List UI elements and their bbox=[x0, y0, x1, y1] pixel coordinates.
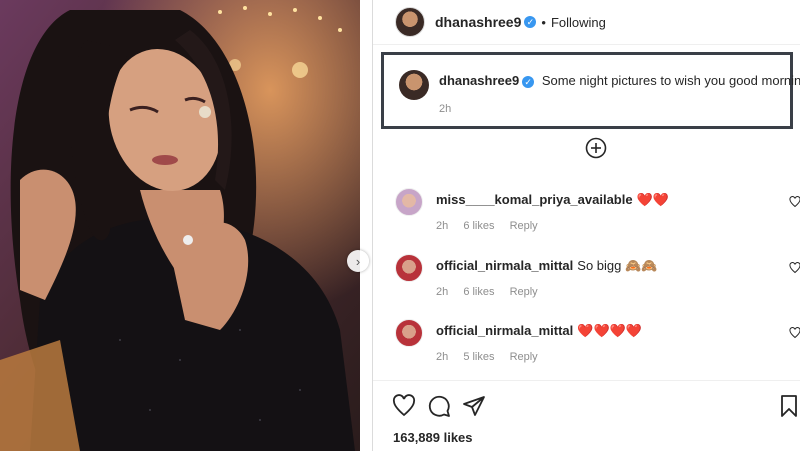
caption-avatar[interactable] bbox=[399, 70, 429, 100]
following-button[interactable]: Following bbox=[551, 15, 606, 30]
comment-reply-button[interactable]: Reply bbox=[510, 220, 538, 232]
paper-plane-icon[interactable] bbox=[462, 394, 486, 418]
comment-username[interactable]: miss____komal_priya_available bbox=[436, 192, 633, 207]
comment-bubble-icon[interactable] bbox=[427, 394, 451, 418]
commenter-avatar[interactable] bbox=[395, 188, 423, 216]
comment-item: miss____komal_priya_available ❤️❤️ 2h 6 l… bbox=[373, 188, 800, 248]
comment-likes[interactable]: 6 likes bbox=[463, 220, 494, 232]
post-photo[interactable] bbox=[0, 0, 360, 451]
heart-icon[interactable] bbox=[789, 327, 800, 339]
likes-count[interactable]: 163,889 likes bbox=[393, 430, 473, 445]
comment-text: So bigg 🙈🙈 bbox=[577, 258, 658, 273]
heart-icon[interactable] bbox=[789, 196, 800, 208]
author-avatar[interactable] bbox=[395, 7, 425, 37]
post-photo-illustration bbox=[0, 0, 360, 451]
action-bar bbox=[373, 380, 800, 429]
comment-likes[interactable]: 5 likes bbox=[463, 351, 494, 363]
heart-icon[interactable] bbox=[392, 394, 416, 418]
comment-time[interactable]: 2h bbox=[436, 220, 448, 232]
separator-dot: • bbox=[541, 14, 546, 30]
comment-meta: 2h 6 likes Reply bbox=[436, 220, 550, 232]
bookmark-icon[interactable] bbox=[777, 394, 800, 418]
comment-line: miss____komal_priya_available ❤️❤️ bbox=[436, 192, 669, 208]
verified-badge-icon: ✓ bbox=[524, 16, 537, 28]
comment-username[interactable]: official_nirmala_mittal bbox=[436, 323, 573, 338]
comment-line: official_nirmala_mittal So bigg 🙈🙈 bbox=[436, 258, 657, 274]
commenter-avatar[interactable] bbox=[395, 254, 423, 282]
comment-line: official_nirmala_mittal ❤️❤️❤️❤️ bbox=[436, 323, 642, 339]
comment-reply-button[interactable]: Reply bbox=[510, 351, 538, 363]
comment-text: ❤️❤️ bbox=[636, 192, 669, 207]
caption-highlight-box: dhanashree9 ✓ Some night pictures to wish… bbox=[381, 52, 800, 129]
comment-time[interactable]: 2h bbox=[436, 286, 448, 298]
commenter-avatar[interactable] bbox=[395, 319, 423, 347]
comment-item: official_nirmala_mittal ❤️❤️❤️❤️ 2h 5 lik… bbox=[373, 319, 800, 379]
comment-text: ❤️❤️❤️❤️ bbox=[577, 323, 643, 338]
caption-text: Some night pictures to wish you good mor… bbox=[541, 73, 800, 88]
post-header: dhanashree9 ✓ • Following bbox=[373, 0, 800, 45]
heart-icon[interactable] bbox=[789, 262, 800, 274]
carousel-next-button[interactable]: › bbox=[347, 250, 369, 272]
comment-likes[interactable]: 6 likes bbox=[463, 286, 494, 298]
comment-reply-button[interactable]: Reply bbox=[510, 286, 538, 298]
post-details-pane: dhanashree9 ✓ • Following dhanashree9 ✓ S… bbox=[373, 0, 800, 451]
caption-line: dhanashree9 ✓ Some night pictures to wish… bbox=[439, 73, 800, 89]
caption-timestamp[interactable]: 2h bbox=[439, 103, 451, 115]
comment-meta: 2h 6 likes Reply bbox=[436, 286, 550, 298]
comment-meta: 2h 5 likes Reply bbox=[436, 351, 550, 363]
verified-badge-icon: ✓ bbox=[522, 75, 535, 88]
plus-circle-icon[interactable] bbox=[585, 137, 607, 159]
author-username[interactable]: dhanashree9 bbox=[435, 14, 521, 30]
caption-username[interactable]: dhanashree9 bbox=[439, 73, 519, 88]
comment-item: official_nirmala_mittal So bigg 🙈🙈 2h 6 l… bbox=[373, 254, 800, 314]
chevron-right-icon: › bbox=[355, 253, 361, 269]
comment-time[interactable]: 2h bbox=[436, 351, 448, 363]
comment-username[interactable]: official_nirmala_mittal bbox=[436, 258, 573, 273]
